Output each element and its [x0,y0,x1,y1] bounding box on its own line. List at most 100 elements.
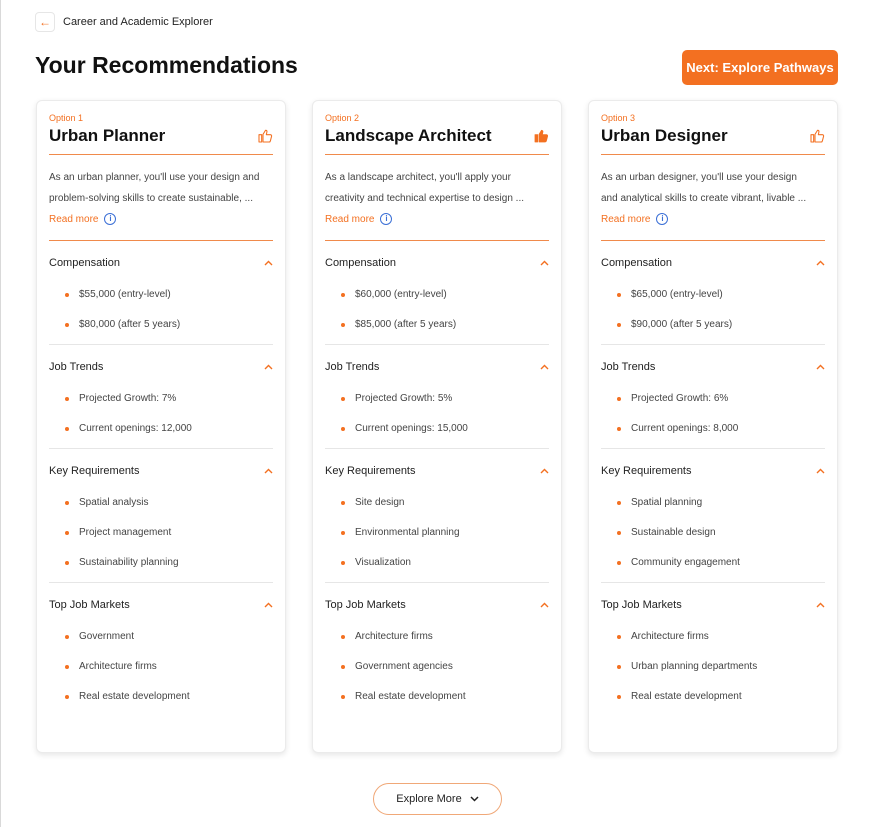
description-line: As a landscape architect, you'll apply y… [325,172,511,183]
chevron-up-icon[interactable] [540,602,549,608]
explore-more-button[interactable]: Explore More [373,783,502,815]
list-item: Real estate development [341,682,549,712]
back-button[interactable]: ← [35,12,55,32]
thumbs-up-filled-icon[interactable] [533,128,549,144]
section-list: Projected Growth: 6% Current openings: 8,… [601,384,825,448]
read-more-label: Read more [325,213,375,225]
recommendation-card: Option 3 Urban Designer As an urban desi… [588,100,838,753]
option-label: Option 2 [325,113,360,123]
chevron-up-icon[interactable] [816,260,825,266]
chevron-up-icon[interactable] [264,468,273,474]
section-list: Site design Environmental planning Visuali… [325,488,549,582]
card-description: As an urban designer, you'll use your de… [601,167,825,209]
chevron-up-icon[interactable] [264,260,273,266]
section-header[interactable]: Top Job Markets [325,583,549,622]
list-item: Real estate development [65,682,273,712]
section-header[interactable]: Key Requirements [325,449,549,488]
card-description: As a landscape architect, you'll apply y… [325,167,549,209]
chevron-up-icon[interactable] [264,602,273,608]
card-title: Landscape Architect [325,126,492,145]
list-item: $60,000 (entry-level) [341,280,549,310]
card-header: Urban Planner [49,126,273,155]
list-item: $65,000 (entry-level) [617,280,825,310]
info-icon[interactable]: i [104,213,117,225]
section-title: Compensation [325,256,396,269]
card-section: Job Trends Projected Growth: 5% Current o… [325,345,549,449]
card-section: Key Requirements Site design Environmenta… [325,449,549,583]
read-more-label: Read more [601,213,651,225]
list-item: Projected Growth: 5% [341,384,549,414]
page-title: Your Recommendations [35,52,298,78]
list-item: Spatial planning [617,488,825,518]
chevron-up-icon[interactable] [816,602,825,608]
explore-more-label: Explore More [396,793,462,805]
chevron-up-icon[interactable] [816,364,825,370]
list-item: $80,000 (after 5 years) [65,310,273,340]
card-section: Top Job Markets Architecture firms Urban … [601,583,825,716]
section-list: $65,000 (entry-level) $90,000 (after 5 ye… [601,280,825,344]
card-title: Urban Planner [49,126,166,145]
info-icon[interactable]: i [380,213,393,225]
recommendation-cards: Option 1 Urban Planner As an urban plann… [36,100,838,753]
read-more-link[interactable]: Read more i [601,213,825,225]
read-more-link[interactable]: Read more i [325,213,549,225]
section-header[interactable]: Compensation [49,241,273,280]
list-item: Projected Growth: 7% [65,384,273,414]
card-header: Urban Designer [601,126,825,155]
description-line: and analytical skills to create vibrant,… [601,193,807,204]
recommendation-card: Option 1 Urban Planner As an urban plann… [36,100,286,753]
list-item: Architecture firms [617,622,825,652]
chevron-up-icon[interactable] [540,364,549,370]
section-header[interactable]: Compensation [601,241,825,280]
list-item: Sustainability planning [65,548,273,578]
list-item: Current openings: 8,000 [617,414,825,444]
list-item: Environmental planning [341,518,549,548]
option-label: Option 3 [601,113,636,123]
read-more-link[interactable]: Read more i [49,213,273,225]
section-header[interactable]: Key Requirements [49,449,273,488]
section-title: Compensation [49,256,120,269]
section-header[interactable]: Job Trends [601,345,825,384]
section-title: Key Requirements [601,464,692,477]
section-title: Job Trends [325,360,380,373]
card-section: Job Trends Projected Growth: 7% Current o… [49,345,273,449]
info-icon[interactable]: i [656,213,669,225]
card-header: Landscape Architect [325,126,549,155]
description-line: creativity and technical expertise to de… [325,193,524,204]
list-item: Government [65,622,273,652]
section-list: Architecture firms Urban planning departm… [601,622,825,716]
list-item: $85,000 (after 5 years) [341,310,549,340]
list-item: Current openings: 15,000 [341,414,549,444]
option-label: Option 1 [49,113,84,123]
chevron-up-icon[interactable] [540,260,549,266]
thumbs-up-icon[interactable] [257,128,273,144]
card-title: Urban Designer [601,126,728,145]
card-section: Job Trends Projected Growth: 6% Current o… [601,345,825,449]
section-list: $60,000 (entry-level) $85,000 (after 5 ye… [325,280,549,344]
card-section: Key Requirements Spatial analysis Project… [49,449,273,583]
section-header[interactable]: Top Job Markets [601,583,825,622]
section-header[interactable]: Job Trends [49,345,273,384]
section-title: Top Job Markets [325,598,406,611]
description-line: problem-solving skills to create sustain… [49,193,253,204]
chevron-up-icon[interactable] [264,364,273,370]
description-line: As an urban planner, you'll use your des… [49,172,260,183]
thumbs-up-icon[interactable] [809,128,825,144]
list-item: Architecture firms [65,652,273,682]
section-header[interactable]: Job Trends [325,345,549,384]
section-title: Job Trends [49,360,104,373]
list-item: Urban planning departments [617,652,825,682]
chevron-up-icon[interactable] [816,468,825,474]
section-header[interactable]: Compensation [325,241,549,280]
chevron-up-icon[interactable] [540,468,549,474]
next-explore-pathways-button[interactable]: Next: Explore Pathways [682,50,838,85]
list-item: Spatial analysis [65,488,273,518]
list-item: Community engagement [617,548,825,578]
section-list: Projected Growth: 7% Current openings: 12… [49,384,273,448]
card-description: As an urban planner, you'll use your des… [49,167,273,209]
card-section: Top Job Markets Architecture firms Govern… [325,583,549,716]
section-title: Compensation [601,256,672,269]
chevron-down-icon [470,796,479,802]
section-header[interactable]: Key Requirements [601,449,825,488]
section-header[interactable]: Top Job Markets [49,583,273,622]
